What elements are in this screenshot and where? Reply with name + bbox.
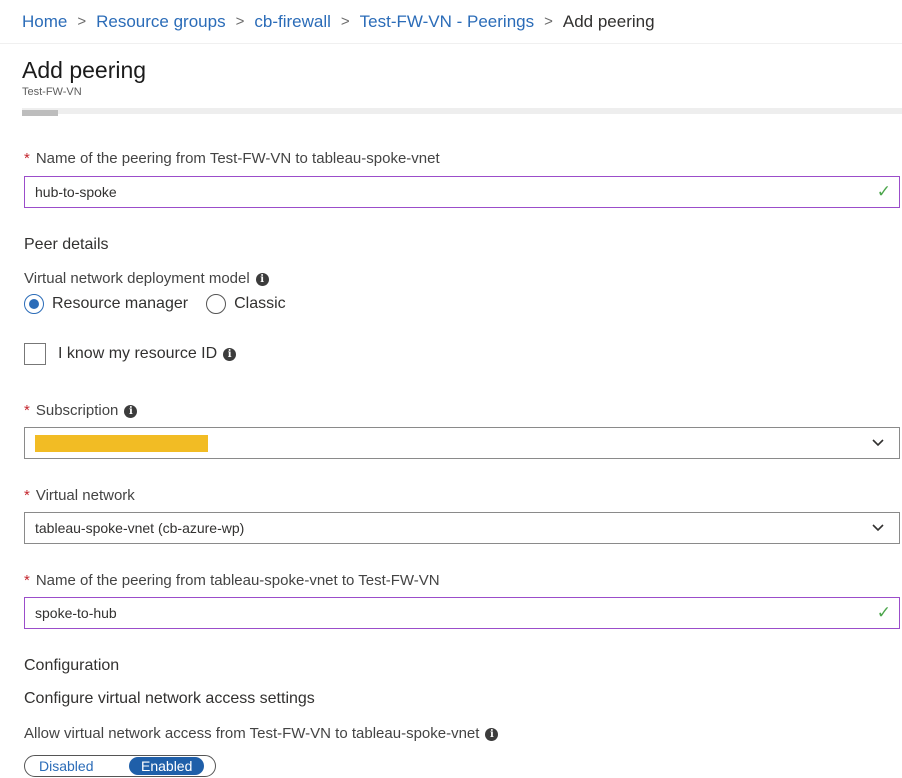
- virtual-network-value: tableau-spoke-vnet (cb-azure-wp): [35, 520, 245, 536]
- vnet-access-label-text: Allow virtual network access from Test-F…: [24, 725, 480, 742]
- breadcrumb-current: Add peering: [562, 11, 655, 31]
- vnet-access-toggle[interactable]: Disabled Enabled: [24, 755, 216, 777]
- configuration-subheading: Configure virtual network access setting…: [24, 690, 315, 707]
- check-icon: ✓: [876, 182, 891, 201]
- peering-name-input[interactable]: hub-to-spoke ✓: [24, 176, 900, 208]
- required-marker: *: [24, 402, 30, 419]
- breadcrumb-resource-groups[interactable]: Resource groups: [96, 12, 225, 32]
- radio-classic[interactable]: [206, 294, 227, 314]
- vnet-access-label: Allow virtual network access from Test-F…: [24, 725, 499, 742]
- breadcrumb: Home > Resource groups > cb-firewall > T…: [0, 0, 902, 44]
- info-icon[interactable]: i: [124, 404, 138, 418]
- chevron-down-icon: [871, 428, 885, 468]
- remote-peering-name-input[interactable]: spoke-to-hub ✓: [24, 597, 900, 629]
- peer-details-heading: Peer details: [24, 236, 109, 253]
- breadcrumb-cb-firewall[interactable]: cb-firewall: [254, 12, 331, 32]
- resource-id-checkbox-row: I know my resource ID i: [24, 343, 237, 365]
- deployment-model-radio-group: Resource manager Classic: [24, 294, 286, 314]
- breadcrumb-separator: >: [544, 13, 553, 30]
- subscription-label-text: Subscription: [35, 402, 119, 419]
- toggle-enabled-option[interactable]: Enabled: [129, 757, 205, 775]
- deployment-model-label-text: Virtual network deployment model: [24, 270, 250, 287]
- remote-peering-name-label: * Name of the peering from tableau-spoke-…: [24, 572, 440, 589]
- resource-id-checkbox[interactable]: [24, 343, 46, 365]
- configuration-heading: Configuration: [24, 657, 120, 674]
- page-subtitle: Test-FW-VN: [22, 86, 82, 98]
- virtual-network-label-text: Virtual network: [35, 487, 135, 504]
- header-divider: [22, 108, 902, 114]
- breadcrumb-separator: >: [340, 13, 350, 30]
- radio-classic-label[interactable]: Classic: [234, 295, 286, 313]
- toggle-disabled-option[interactable]: Disabled: [25, 758, 127, 774]
- virtual-network-label: * Virtual network: [24, 487, 135, 504]
- virtual-network-dropdown[interactable]: tableau-spoke-vnet (cb-azure-wp): [24, 512, 900, 544]
- breadcrumb-home[interactable]: Home: [22, 12, 67, 32]
- required-marker: *: [24, 150, 30, 167]
- scroll-indicator[interactable]: [22, 110, 58, 116]
- breadcrumb-separator: >: [235, 13, 245, 30]
- info-icon[interactable]: i: [223, 347, 237, 361]
- radio-resource-manager[interactable]: [24, 294, 44, 314]
- peering-name-value: hub-to-spoke: [35, 184, 117, 200]
- required-marker: *: [24, 572, 30, 589]
- subscription-label: * Subscription i: [24, 402, 138, 419]
- info-icon[interactable]: i: [485, 727, 499, 741]
- remote-peering-name-label-text: Name of the peering from tableau-spoke-v…: [35, 572, 440, 589]
- required-marker: *: [24, 487, 30, 504]
- page-title: Add peering: [22, 57, 147, 83]
- breadcrumb-peerings[interactable]: Test-FW-VN - Peerings: [360, 12, 534, 32]
- blade-header: Add peering Test-FW-VN: [22, 56, 146, 98]
- check-icon: ✓: [876, 603, 891, 622]
- info-icon[interactable]: i: [255, 272, 269, 286]
- redacted-subscription-value: [35, 435, 208, 452]
- deployment-model-label: Virtual network deployment model i: [24, 270, 269, 287]
- resource-id-label[interactable]: I know my resource ID: [58, 345, 217, 363]
- peering-name-label: * Name of the peering from Test-FW-VN to …: [24, 150, 440, 167]
- remote-peering-name-value: spoke-to-hub: [35, 605, 117, 621]
- subscription-dropdown[interactable]: [24, 427, 900, 459]
- chevron-down-icon: [871, 513, 885, 553]
- peering-name-label-text: Name of the peering from Test-FW-VN to t…: [35, 150, 440, 167]
- radio-resource-manager-label[interactable]: Resource manager: [52, 295, 188, 313]
- breadcrumb-separator: >: [77, 13, 87, 30]
